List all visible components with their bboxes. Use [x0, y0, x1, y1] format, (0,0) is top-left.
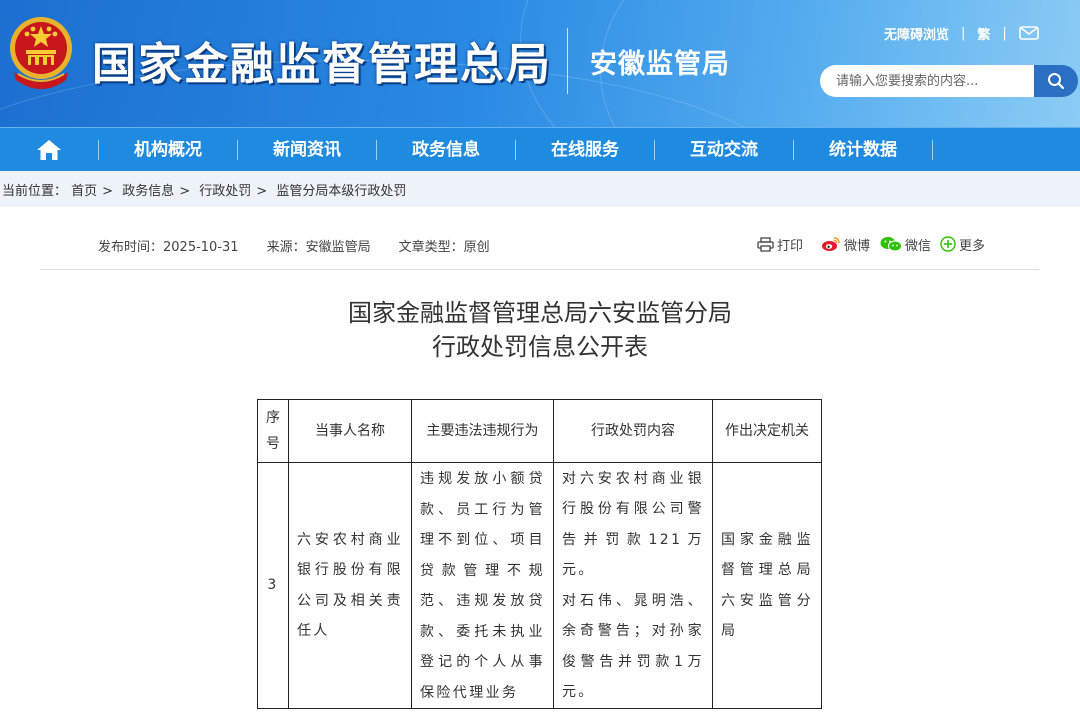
cell-penalty: 对六安农村商业银行股份有限公司警告并罚款121万元。 对石伟、晁明浩、余奇警告；… [553, 462, 713, 709]
nav-separator [932, 140, 933, 160]
article-meta: 发布时间：2025-10-31 来源：安徽监管局 文章类型：原创 [98, 236, 490, 255]
site-main-title: 国家金融监督管理总局 [92, 39, 552, 90]
breadcrumb-government[interactable]: 政务信息 [122, 184, 174, 199]
breadcrumb: 当前位置： 首页 > 政务信息 > 行政处罚 > 监管分局本级行政处罚 [2, 180, 406, 199]
breadcrumb-home[interactable]: 首页 [71, 184, 97, 199]
breadcrumb-separator: > [102, 184, 114, 199]
traditional-chinese-link[interactable]: 繁 [977, 24, 990, 43]
table-row: 3 六安农村商业银行股份有限公司及相关责任人 违规发放小额贷款、员工行为管理不到… [257, 462, 822, 709]
share-weibo-button[interactable]: 微博 [821, 234, 870, 254]
search-button[interactable] [1034, 65, 1078, 97]
breadcrumb-prefix: 当前位置： [2, 184, 68, 199]
nav-item-about[interactable]: 机构概况 [99, 128, 237, 172]
cell-violation: 违规发放小额贷款、员工行为管理不到位、项目贷款管理不规范、违规发放贷款、委托未执… [411, 462, 554, 709]
cell-party: 六安农村商业银行股份有限公司及相关责任人 [288, 462, 412, 709]
document-title: 国家金融监督管理总局六安监管分局 行政处罚信息公开表 [0, 296, 1080, 364]
nav-home[interactable] [32, 136, 66, 164]
nav-item-government[interactable]: 政务信息 [377, 128, 515, 172]
plus-circle-icon [940, 236, 956, 252]
header-banner: 国家金融监督管理总局 安徽监管局 无障碍浏览 | 繁 | [0, 0, 1080, 127]
breadcrumb-penalty[interactable]: 行政处罚 [199, 184, 251, 199]
search-input[interactable] [834, 72, 1028, 90]
main-nav: 机构概况 新闻资讯 政务信息 在线服务 互动交流 统计数据 [0, 127, 1080, 171]
header-penalty: 行政处罚内容 [553, 399, 713, 463]
search-icon [1048, 73, 1065, 90]
weibo-icon [822, 237, 840, 251]
nav-item-services[interactable]: 在线服务 [516, 128, 654, 172]
more-label: 更多 [959, 238, 986, 254]
weibo-label: 微博 [844, 238, 871, 254]
link-separator: | [961, 25, 966, 41]
breadcrumb-current[interactable]: 监管分局本级行政处罚 [276, 184, 406, 199]
breadcrumb-separator: > [256, 184, 268, 199]
home-icon [37, 140, 61, 160]
document-title-line2: 行政处罚信息公开表 [432, 333, 648, 361]
meta-divider [40, 269, 1039, 270]
printer-icon [757, 236, 774, 252]
print-label: 打印 [777, 238, 804, 254]
penalty-table: 序号 当事人名称 主要违法违规行为 行政处罚内容 作出决定机关 3 六安农村商业… [257, 399, 822, 709]
breadcrumb-separator: > [179, 184, 191, 199]
header-violation: 主要违法违规行为 [411, 399, 554, 463]
header-index: 序号 [257, 399, 289, 463]
wechat-icon [880, 237, 902, 252]
article-type: 文章类型：原创 [398, 240, 490, 255]
nav-item-interaction[interactable]: 互动交流 [655, 128, 793, 172]
link-separator: | [1002, 25, 1007, 41]
nav-item-statistics[interactable]: 统计数据 [794, 128, 932, 172]
cell-penalty-line1: 对六安农村商业银行股份有限公司警告并罚款121万元。 [562, 470, 704, 579]
share-wechat-button[interactable]: 微信 [880, 234, 931, 254]
search-box [820, 65, 1034, 97]
article-source: 来源：安徽监管局 [266, 240, 371, 255]
title-divider [567, 28, 568, 94]
wechat-label: 微信 [905, 238, 932, 254]
mail-icon[interactable] [1019, 26, 1039, 40]
share-more-button[interactable]: 更多 [940, 234, 985, 254]
cell-authority: 国家金融监督管理总局六安监管分局 [712, 462, 822, 709]
table-header-row: 序号 当事人名称 主要违法违规行为 行政处罚内容 作出决定机关 [257, 399, 822, 463]
cell-penalty-line2: 对石伟、晁明浩、余奇警告；对孙家俊警告并罚款1万元。 [562, 592, 704, 701]
site-sub-title: 安徽监管局 [590, 49, 730, 80]
breadcrumb-bar: 当前位置： 首页 > 政务信息 > 行政处罚 > 监管分局本级行政处罚 [0, 171, 1080, 207]
publish-time: 发布时间：2025-10-31 [98, 240, 239, 255]
top-links: 无障碍浏览 | 繁 | [884, 22, 1039, 44]
print-button[interactable]: 打印 [757, 234, 803, 254]
nav-item-news[interactable]: 新闻资讯 [238, 128, 376, 172]
cell-index: 3 [257, 462, 289, 709]
accessibility-link[interactable]: 无障碍浏览 [884, 24, 949, 43]
national-emblem-icon [10, 17, 72, 89]
header-authority: 作出决定机关 [712, 399, 822, 463]
document-title-line1: 国家金融监督管理总局六安监管分局 [348, 299, 732, 327]
header-party: 当事人名称 [288, 399, 412, 463]
